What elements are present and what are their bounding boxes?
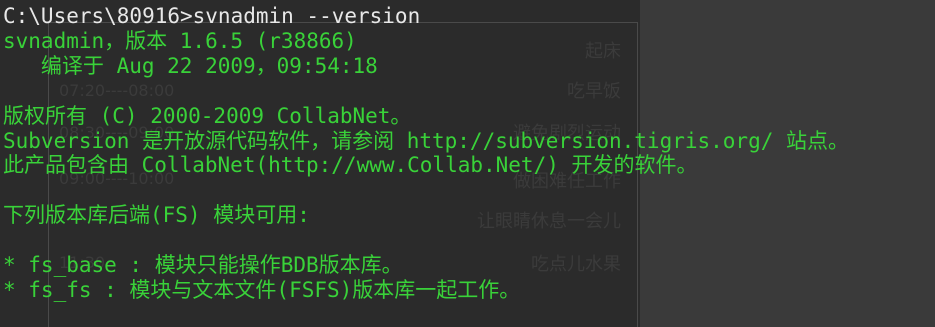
output-line: 此产品包含由 CollabNet(http://www.Collab.Net/)… — [3, 153, 698, 177]
command-prompt: C:\Users\80916>svnadmin --version — [3, 4, 421, 28]
output-line: * fs_base : 模块只能操作BDB版本库。 — [3, 253, 403, 277]
output-line: * fs_fs : 模块与文本文件(FSFS)版本库一起工作。 — [3, 278, 521, 302]
output-line: 版权所有 (C) 2000-2009 CollabNet。 — [3, 104, 412, 128]
output-line: svnadmin，版本 1.6.5 (r38866) — [3, 29, 357, 53]
output-line: 编译于 Aug 22 2009，09:54:18 — [3, 54, 378, 78]
output-line: Subversion 是开放源代码软件，请参阅 http://subversio… — [3, 129, 850, 153]
output-line: 下列版本库后端(FS) 模块可用: — [3, 203, 310, 227]
terminal-output: C:\Users\80916>svnadmin --version svnadm… — [0, 0, 935, 327]
